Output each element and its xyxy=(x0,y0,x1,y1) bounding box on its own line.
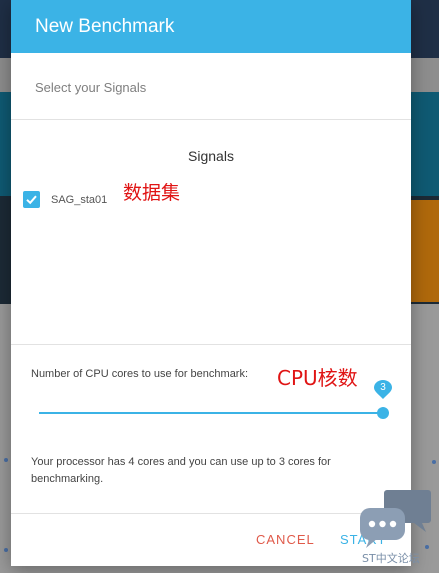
dialog-header: New Benchmark xyxy=(11,0,411,53)
background-panel-orange xyxy=(407,200,439,302)
cpu-cores-label: Number of CPU cores to use for benchmark… xyxy=(31,368,249,380)
checkmark-icon xyxy=(26,195,37,205)
divider xyxy=(11,119,411,120)
cancel-button[interactable]: CANCEL xyxy=(256,532,315,547)
background-dot xyxy=(4,458,8,462)
new-benchmark-dialog: New Benchmark Select your Signals Signal… xyxy=(11,0,411,566)
select-signals-subheader: Select your Signals xyxy=(35,80,147,95)
watermark-text: ST中文论坛 xyxy=(362,552,420,565)
divider xyxy=(11,513,411,514)
dataset-annotation: 数据集 xyxy=(123,182,181,204)
signal-item-sag-sta01[interactable]: SAG_sta01 xyxy=(23,191,107,208)
processor-info-text: Your processor has 4 cores and you can u… xyxy=(31,456,331,485)
slider-value-text: 3 xyxy=(380,382,386,393)
background-dot xyxy=(4,548,8,552)
dialog-title: New Benchmark xyxy=(35,15,175,37)
cpu-cores-slider-track[interactable] xyxy=(39,412,384,414)
cpu-cores-slider-thumb[interactable] xyxy=(377,407,389,419)
signal-checkbox[interactable] xyxy=(23,191,40,208)
signal-label: SAG_sta01 xyxy=(51,193,108,206)
cpu-cores-annotation: CPU核数 xyxy=(277,366,358,390)
divider xyxy=(11,344,411,345)
signals-heading: Signals xyxy=(188,148,234,164)
background-dot xyxy=(432,460,436,464)
